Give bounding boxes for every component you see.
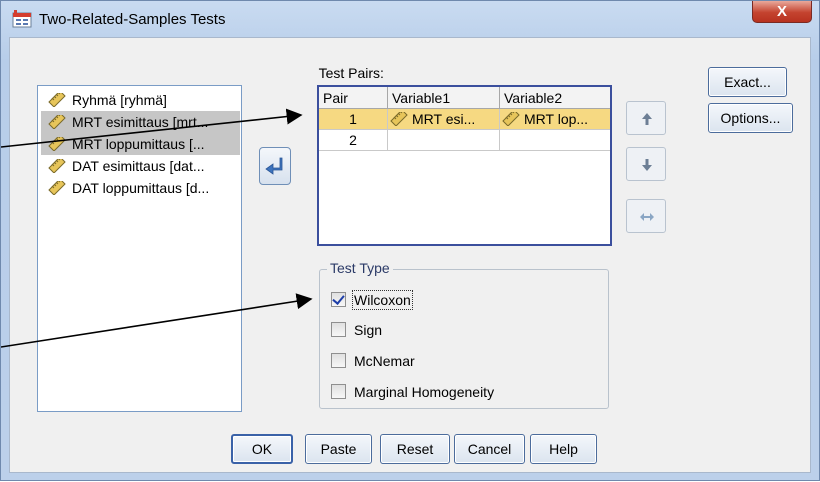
annotation-arrows bbox=[1, 108, 313, 348]
annotation-arrow-pairs bbox=[1, 108, 303, 148]
dialog-window: Two-Related-Samples Tests X Ryhmä [ryhmä… bbox=[0, 0, 820, 481]
annotation-arrow-wilcoxon bbox=[1, 293, 313, 348]
